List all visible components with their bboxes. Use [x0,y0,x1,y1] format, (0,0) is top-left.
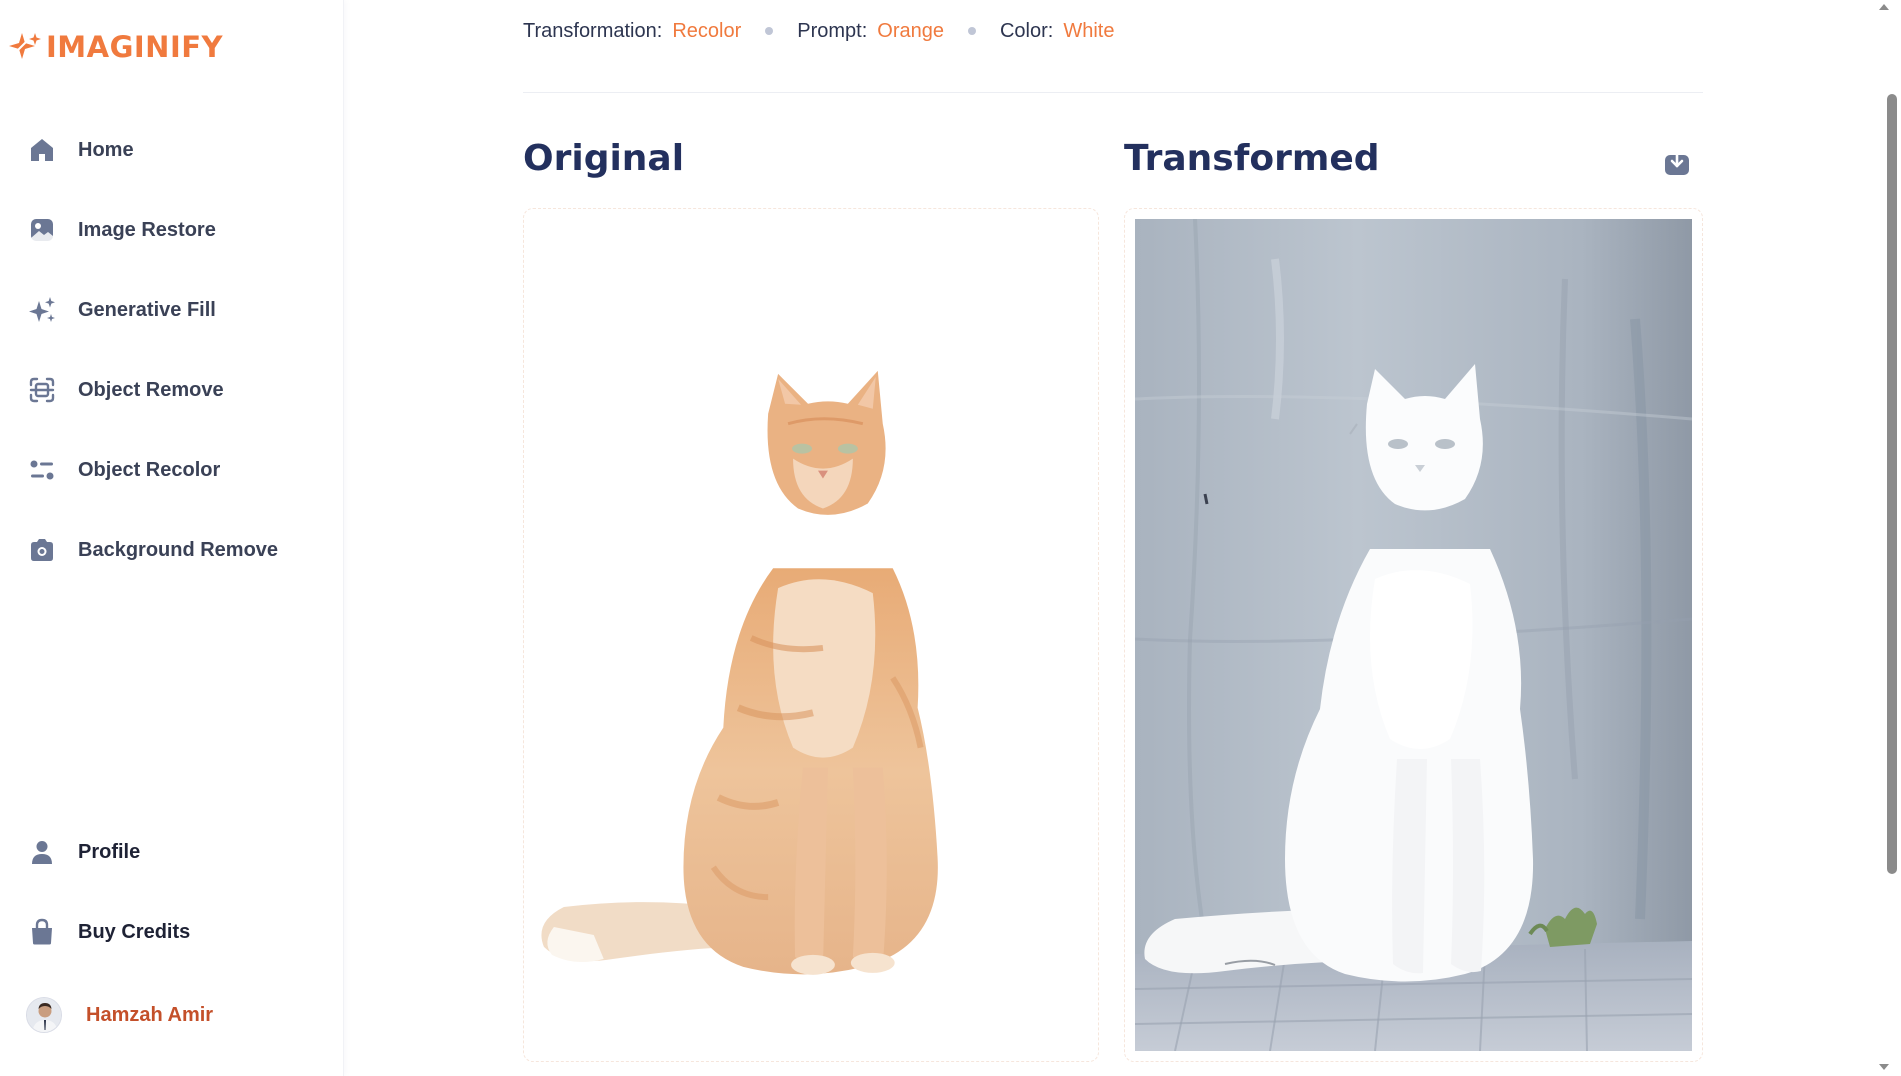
sidebar-item-label: Generative Fill [78,298,216,321]
sidebar-item-label: Profile [78,840,141,863]
transformed-image-frame [1124,208,1703,1062]
image-icon [26,214,58,246]
sidebar-item-label: Buy Credits [78,920,191,943]
sidebar-bottom-nav: Profile Buy Credits [26,812,336,972]
sidebar-item-generative-fill[interactable]: Generative Fill [26,270,336,350]
sparkles-icon [26,294,58,326]
filter-icon [26,454,58,486]
scan-icon [26,374,58,406]
sidebar-item-label: Home [78,138,134,161]
user-icon [26,836,58,868]
sidebar-item-label: Background Remove [78,538,279,561]
transformation-label: Transformation: [523,19,663,42]
color-value: White [1063,19,1115,42]
transformed-title: Transformed [1124,138,1380,179]
original-title: Original [523,138,685,179]
home-icon [26,134,58,166]
main-content: Transformation: Recolor Prompt: Orange C… [344,0,1867,1076]
sidebar-item-object-remove[interactable]: Object Remove [26,350,336,430]
logo[interactable]: IMAGINIFY [8,30,223,64]
divider [523,92,1703,93]
prompt-value: Orange [877,19,944,42]
scroll-down-icon[interactable] [1877,1060,1891,1074]
download-icon [1665,149,1689,175]
transformed-image [1135,219,1692,1051]
separator-dot [967,27,976,35]
original-image-frame [523,208,1099,1062]
logo-star-icon [9,33,41,59]
transformation-details: Transformation: Recolor Prompt: Orange C… [523,16,1114,46]
sidebar-item-object-recolor[interactable]: Object Recolor [26,430,336,510]
prompt-label: Prompt: [797,19,868,42]
sidebar-item-label: Image Restore [78,218,216,241]
sidebar-item-buy-credits[interactable]: Buy Credits [26,892,336,972]
sidebar-item-label: Object Recolor [78,458,221,481]
sidebar-item-profile[interactable]: Profile [26,812,336,892]
sidebar-item-home[interactable]: Home [26,110,336,190]
sidebar: IMAGINIFY Home Image Restore Generative … [0,0,344,1076]
sidebar-item-label: Object Remove [78,378,224,401]
download-button[interactable] [1662,148,1692,178]
sidebar-item-image-restore[interactable]: Image Restore [26,190,336,270]
sidebar-item-background-remove[interactable]: Background Remove [26,510,336,590]
logo-text: IMAGINIFY [46,30,224,64]
sidebar-nav: Home Image Restore Generative Fill Objec… [26,110,336,590]
transformed-cat-image [1135,219,1692,1051]
color-label: Color: [999,19,1054,42]
avatar[interactable] [26,997,62,1033]
scroll-up-icon[interactable] [1877,0,1891,14]
user-name: Hamzah Amir [86,1003,214,1026]
separator-dot [765,27,774,35]
scrollbar-thumb[interactable] [1887,94,1897,874]
camera-icon [26,534,58,566]
user-account[interactable]: Hamzah Amir [26,996,213,1034]
transformation-value: Recolor [672,19,742,42]
bag-icon [26,916,58,948]
scrollbar[interactable] [1867,0,1901,1076]
original-cat-image [541,370,938,975]
